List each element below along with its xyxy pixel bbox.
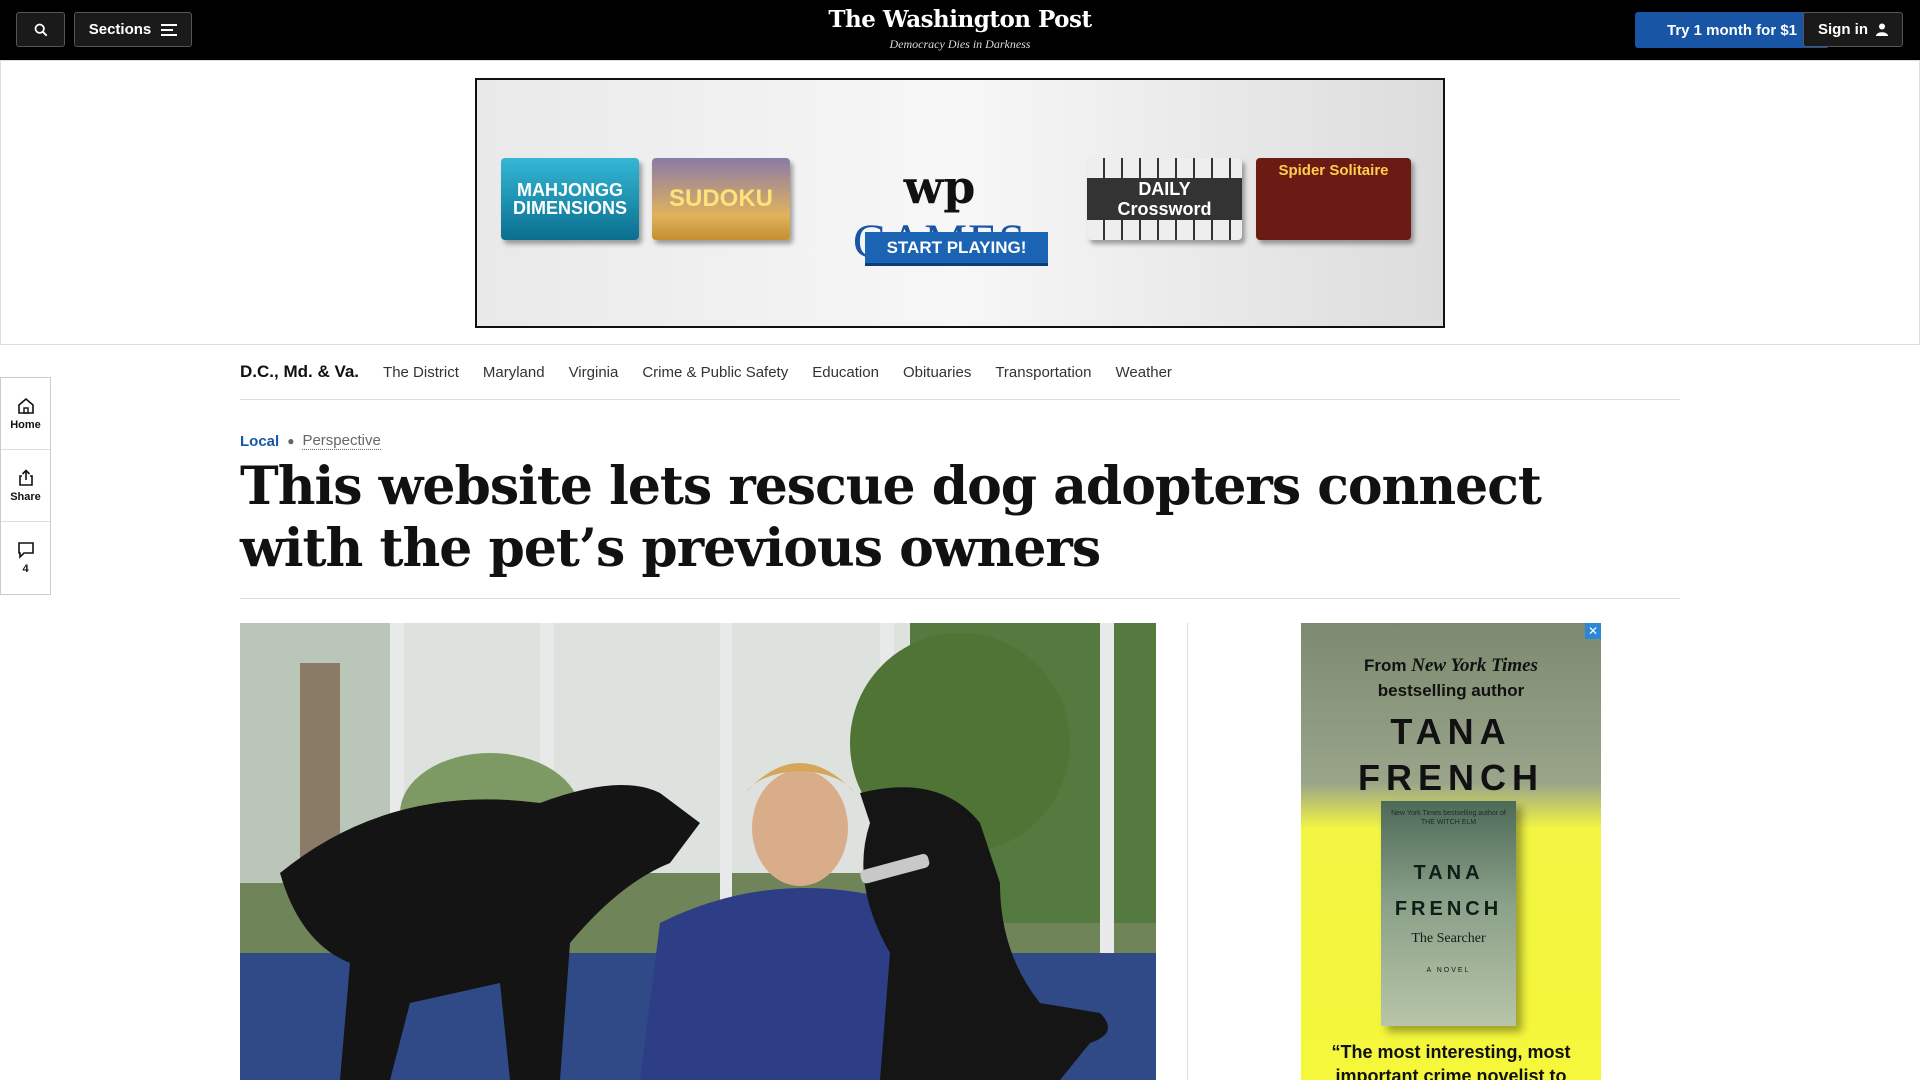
sections-label: Sections — [88, 21, 152, 38]
top-nav-bar: Sections The Washington Post Democracy D… — [0, 0, 1920, 60]
home-label: Home — [10, 418, 41, 431]
nav-item-obituaries[interactable]: Obituaries — [903, 364, 971, 381]
home-icon — [17, 397, 35, 415]
ad-author-first: TANA — [1390, 711, 1512, 752]
spider-solitaire-tile[interactable]: Spider Solitaire — [1256, 158, 1411, 240]
lead-photo-illustration — [240, 623, 1156, 1080]
comments-count: 4 — [22, 563, 29, 575]
sections-button[interactable]: Sections — [74, 12, 192, 47]
kicker-label[interactable]: Perspective — [302, 432, 381, 450]
article-kicker: Local ● Perspective — [240, 432, 381, 450]
ad-bestselling: bestselling author — [1377, 681, 1525, 700]
ad-author-name: TANA FRENCH — [1301, 709, 1601, 801]
section-nav: D.C., Md. & Va. The District Maryland Vi… — [240, 345, 1680, 400]
book-title: The Searcher — [1411, 931, 1486, 946]
section-nav-title[interactable]: D.C., Md. & Va. — [240, 362, 359, 382]
book-author-first: TANA — [1413, 862, 1484, 884]
column-divider — [1187, 623, 1188, 1080]
nav-item-crime-public-safety[interactable]: Crime & Public Safety — [642, 364, 788, 381]
book-top-line1: New York Times bestselling author of — [1391, 810, 1506, 817]
left-action-rail: Home Share 4 — [0, 377, 51, 595]
kicker-separator: ● — [287, 434, 295, 448]
article-headline: This website lets rescue dog adopters co… — [240, 456, 1542, 579]
book-cover: New York Times bestselling author of THE… — [1381, 801, 1516, 1026]
home-button[interactable]: Home — [1, 378, 50, 450]
sudoku-tile[interactable]: SUDOKU — [652, 158, 790, 240]
masthead[interactable]: The Washington Post Democracy Dies in Da… — [760, 6, 1160, 52]
ad-from-italic: New York Times — [1411, 655, 1538, 676]
share-icon — [17, 468, 35, 487]
site-tagline: Democracy Dies in Darkness — [889, 37, 1031, 51]
book-top-text: New York Times bestselling author of THE… — [1381, 809, 1516, 827]
book-ad[interactable]: ✕ From New York Times bestselling author… — [1301, 623, 1601, 1080]
subscribe-button[interactable]: Try 1 month for $1 — [1635, 12, 1829, 48]
share-label: Share — [10, 490, 41, 503]
book-novel-label: A NOVEL — [1426, 967, 1471, 974]
start-playing-button[interactable]: START PLAYING! — [865, 232, 1048, 266]
kicker-section-link[interactable]: Local — [240, 433, 279, 450]
wp-monogram: wp — [903, 160, 976, 214]
sign-in-label: Sign in — [1818, 21, 1868, 38]
ad-close-icon[interactable]: ✕ — [1585, 623, 1601, 639]
sign-in-button[interactable]: Sign in — [1803, 12, 1903, 47]
nav-item-the-district[interactable]: The District — [383, 364, 459, 381]
site-logo[interactable]: The Washington Post — [760, 6, 1160, 33]
nav-item-virginia[interactable]: Virginia — [569, 364, 619, 381]
book-author: TANA FRENCH — [1381, 855, 1516, 927]
crossword-tile-label: DAILY Crossword — [1087, 178, 1242, 220]
wp-games-ad-banner[interactable]: MAHJONGG DIMENSIONS SUDOKU wpGAMES START… — [475, 78, 1445, 328]
nav-item-transportation[interactable]: Transportation — [995, 364, 1091, 381]
ad-from-line: From New York Times bestselling author — [1301, 653, 1601, 703]
ad-from-text: From — [1364, 656, 1407, 675]
ad-quote: “The most interesting, most important cr… — [1331, 1042, 1571, 1080]
search-icon — [34, 23, 48, 37]
nav-item-education[interactable]: Education — [812, 364, 879, 381]
user-icon — [1876, 23, 1888, 36]
search-button[interactable] — [16, 12, 65, 47]
hamburger-icon — [161, 23, 178, 36]
headline-divider — [240, 598, 1680, 599]
mahjongg-tile[interactable]: MAHJONGG DIMENSIONS — [501, 158, 639, 240]
book-top-line2: THE WITCH ELM — [1420, 819, 1477, 826]
comments-button[interactable]: 4 — [1, 522, 50, 594]
comment-icon — [17, 541, 35, 559]
crossword-tile[interactable]: DAILY Crossword — [1087, 158, 1242, 240]
nav-item-maryland[interactable]: Maryland — [483, 364, 545, 381]
ad-author-last: FRENCH — [1358, 757, 1544, 798]
book-author-last: FRENCH — [1394, 898, 1503, 920]
nav-item-weather[interactable]: Weather — [1116, 364, 1172, 381]
lead-photo[interactable] — [240, 623, 1156, 1080]
share-button[interactable]: Share — [1, 450, 50, 522]
